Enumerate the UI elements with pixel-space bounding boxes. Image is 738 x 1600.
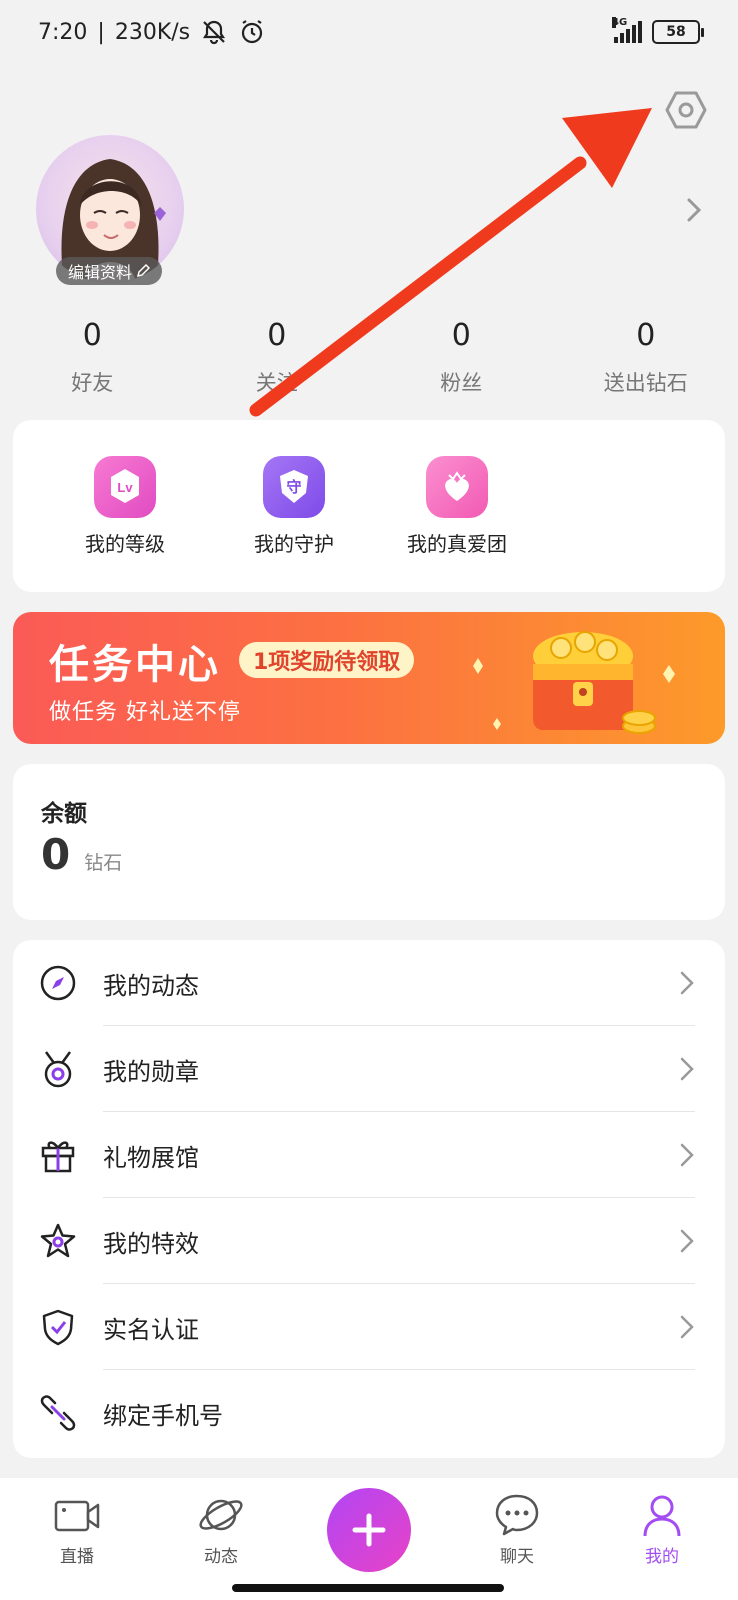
chat-bubble-icon bbox=[495, 1494, 539, 1536]
stat-label: 好友 bbox=[71, 371, 114, 395]
quick-action-level[interactable]: Lv 我的等级 bbox=[55, 456, 195, 557]
guard-badge-text: 守 bbox=[286, 478, 301, 496]
battery-icon: 58 bbox=[652, 20, 704, 44]
guard-shield-icon: 守 bbox=[263, 456, 325, 518]
heart-crown-icon bbox=[426, 456, 488, 518]
balance-card[interactable]: 余额 0 钻石 bbox=[13, 764, 725, 920]
menu-label: 礼物展馆 bbox=[103, 1143, 199, 1172]
stat-value: 0 bbox=[451, 318, 471, 353]
task-subtitle: 做任务 好礼送不停 bbox=[49, 700, 241, 725]
menu-label: 我的勋章 bbox=[103, 1057, 199, 1086]
balance-label: 余额 bbox=[41, 801, 87, 827]
status-separator: | bbox=[97, 19, 105, 45]
nav-label: 聊天 bbox=[500, 1547, 534, 1567]
person-icon bbox=[643, 1495, 681, 1537]
add-button[interactable] bbox=[327, 1488, 411, 1572]
stats-row: 0 好友 0 关注 0 粉丝 0 送出钻石 bbox=[0, 318, 738, 397]
menu-item-bind-phone[interactable]: 绑定手机号 bbox=[13, 1370, 725, 1456]
nav-label: 动态 bbox=[204, 1547, 238, 1567]
task-center-banner[interactable]: 任务中心 1项奖励待领取 做任务 好礼送不停 bbox=[13, 612, 725, 744]
chevron-right-icon bbox=[680, 1057, 694, 1081]
stat-value: 0 bbox=[636, 318, 656, 353]
settings-button[interactable] bbox=[664, 88, 708, 132]
chevron-right-icon[interactable] bbox=[682, 195, 706, 225]
level-badge-icon: Lv bbox=[94, 456, 156, 518]
settings-hexagon-icon bbox=[665, 91, 707, 129]
video-camera-icon bbox=[54, 1500, 100, 1532]
menu-label: 我的动态 bbox=[103, 971, 199, 1000]
menu-card: 我的动态 我的勋章 礼物展馆 我的特效 实名认证 绑定手机号 bbox=[13, 940, 725, 1458]
bell-muted-icon bbox=[203, 20, 226, 45]
stat-label: 送出钻石 bbox=[603, 371, 688, 395]
status-time: 7:20 bbox=[38, 19, 88, 45]
bottom-nav: 直播 动态 聊天 我的 bbox=[0, 1478, 738, 1600]
chevron-right-icon bbox=[680, 971, 694, 995]
pencil-icon bbox=[136, 264, 151, 278]
task-title: 任务中心 bbox=[49, 642, 221, 688]
edit-profile-button[interactable]: 编辑资料 bbox=[56, 257, 163, 285]
menu-item-effects[interactable]: 我的特效 bbox=[13, 1198, 725, 1284]
nav-moments[interactable]: 动态 bbox=[171, 1490, 271, 1567]
balance-unit: 钻石 bbox=[84, 852, 123, 874]
quick-action-label: 我的守护 bbox=[254, 532, 334, 556]
chevron-right-icon bbox=[680, 1143, 694, 1167]
menu-item-medals[interactable]: 我的勋章 bbox=[13, 1026, 725, 1112]
status-speed: 230K/s bbox=[114, 19, 191, 45]
task-reward-badge: 1项奖励待领取 bbox=[239, 642, 415, 678]
menu-item-my-posts[interactable]: 我的动态 bbox=[13, 940, 725, 1026]
plus-icon bbox=[352, 1513, 386, 1547]
medal-icon bbox=[44, 1051, 72, 1088]
chevron-right-icon bbox=[680, 1315, 694, 1339]
menu-label: 我的特效 bbox=[103, 1229, 199, 1258]
balance-amount: 0 钻石 bbox=[41, 830, 122, 879]
quick-actions-card: Lv 我的等级 守 我的守护 我的真爱团 bbox=[13, 420, 725, 592]
edit-profile-label: 编辑资料 bbox=[68, 263, 133, 282]
balance-value: 0 bbox=[41, 830, 71, 879]
home-indicator bbox=[232, 1584, 504, 1592]
status-left: 7:20 | 230K/s bbox=[38, 18, 266, 46]
alarm-icon bbox=[242, 20, 263, 44]
menu-label: 实名认证 bbox=[103, 1315, 199, 1344]
profile-header[interactable]: 编辑资料 bbox=[36, 135, 706, 285]
stat-friends[interactable]: 0 好友 bbox=[0, 318, 185, 397]
shield-check-icon bbox=[42, 1309, 74, 1346]
menu-label: 绑定手机号 bbox=[103, 1401, 223, 1430]
stat-value: 0 bbox=[267, 318, 287, 353]
stat-following[interactable]: 0 关注 bbox=[185, 318, 370, 397]
stat-fans[interactable]: 0 粉丝 bbox=[369, 318, 554, 397]
chevron-right-icon bbox=[680, 1229, 694, 1253]
stat-label: 粉丝 bbox=[440, 371, 483, 395]
signal-icon: 4G bbox=[612, 17, 642, 43]
nav-label: 我的 bbox=[645, 1547, 679, 1567]
status-bar: 7:20 | 230K/s 4G 58 bbox=[0, 0, 738, 64]
treasure-chest-icon bbox=[473, 631, 675, 734]
network-type: 4G bbox=[612, 17, 628, 28]
quick-action-label: 我的等级 bbox=[85, 532, 165, 556]
stat-label: 关注 bbox=[255, 371, 298, 395]
quick-action-fan-club[interactable]: 我的真爱团 bbox=[387, 456, 527, 557]
menu-item-real-name-verification[interactable]: 实名认证 bbox=[13, 1284, 725, 1370]
status-right: 4G 58 bbox=[612, 17, 704, 44]
compass-icon bbox=[40, 965, 76, 1001]
planet-icon bbox=[199, 1499, 243, 1531]
gift-icon bbox=[41, 1141, 75, 1173]
link-icon bbox=[40, 1395, 76, 1431]
nav-chat[interactable]: 聊天 bbox=[467, 1490, 567, 1567]
nav-me[interactable]: 我的 bbox=[612, 1490, 712, 1567]
star-icon bbox=[40, 1223, 76, 1258]
stat-value: 0 bbox=[82, 318, 102, 353]
stat-diamonds-sent[interactable]: 0 送出钻石 bbox=[554, 318, 738, 397]
nav-live[interactable]: 直播 bbox=[27, 1490, 127, 1567]
level-badge-text: Lv bbox=[117, 480, 133, 495]
quick-action-guard[interactable]: 守 我的守护 bbox=[224, 456, 364, 557]
menu-item-gift-gallery[interactable]: 礼物展馆 bbox=[13, 1112, 725, 1198]
quick-action-label: 我的真爱团 bbox=[407, 532, 507, 556]
nav-label: 直播 bbox=[60, 1547, 94, 1567]
